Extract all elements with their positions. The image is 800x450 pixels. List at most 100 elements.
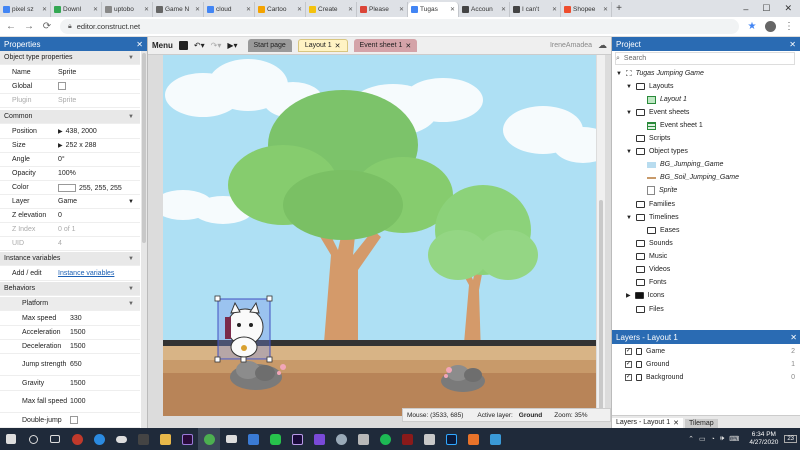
- prop-value[interactable]: 1500: [70, 380, 140, 387]
- tree-bg-soil[interactable]: BG_Soil_Jumping_Game: [647, 171, 739, 184]
- tree-eases[interactable]: Eases: [647, 224, 679, 237]
- media-player-icon[interactable]: [396, 428, 418, 450]
- volume-icon[interactable]: 🕪︎: [720, 435, 724, 443]
- tree-families[interactable]: Families: [636, 198, 675, 211]
- close-icon[interactable]: ✕: [603, 6, 608, 13]
- spotify-icon[interactable]: [374, 428, 396, 450]
- network-icon[interactable]: ◔: [711, 436, 715, 443]
- tree-sounds[interactable]: Sounds: [636, 237, 673, 250]
- new-tab-button[interactable]: +: [612, 2, 626, 17]
- app-orange-icon[interactable]: [462, 428, 484, 450]
- browser-tab[interactable]: cloud ✕: [204, 2, 255, 17]
- prop-value[interactable]: 650: [70, 361, 140, 368]
- close-icon[interactable]: ✕: [195, 6, 200, 13]
- browser-tab[interactable]: pixel sz ✕: [0, 2, 51, 17]
- dropdown-arrow-icon[interactable]: ▼: [128, 199, 134, 205]
- reload-icon[interactable]: ⟳: [42, 21, 52, 32]
- prop-value[interactable]: 100%: [58, 170, 140, 177]
- close-icon[interactable]: ✕: [790, 333, 797, 342]
- photoshop-icon[interactable]: [440, 428, 462, 450]
- minimize-icon[interactable]: –: [743, 4, 748, 14]
- mail-icon[interactable]: [220, 428, 242, 450]
- visual-studio-icon[interactable]: [308, 428, 330, 450]
- onedrive-icon[interactable]: [110, 428, 132, 450]
- after-effects-icon[interactable]: [286, 428, 308, 450]
- prop-value[interactable]: 438, 2000: [66, 128, 97, 135]
- prop-value[interactable]: 1500: [70, 343, 140, 350]
- close-window-icon[interactable]: ✕: [784, 3, 792, 14]
- section-behaviors[interactable]: Behaviors ▼: [0, 282, 140, 296]
- section-common[interactable]: Common ▼: [0, 110, 140, 124]
- taskview-icon[interactable]: [44, 428, 66, 450]
- close-icon[interactable]: ✕: [297, 6, 302, 13]
- keyboard-icon[interactable]: ⌨: [729, 435, 739, 443]
- folder-icon[interactable]: [154, 428, 176, 450]
- taskbar-clock[interactable]: 6:34 PM 4/27/2020: [743, 431, 784, 447]
- browser-tab[interactable]: Game N ✕: [153, 2, 204, 17]
- prop-maxspeed-row[interactable]: Max speed 330: [0, 312, 140, 326]
- tree-object-types[interactable]: ▼ Object types: [626, 145, 688, 158]
- expand-arrow-icon[interactable]: ▶: [58, 129, 63, 135]
- steam-icon[interactable]: [330, 428, 352, 450]
- close-icon[interactable]: ✕: [501, 6, 506, 13]
- tree-files[interactable]: Files: [636, 303, 664, 316]
- cloud-icon[interactable]: ☁: [598, 40, 607, 51]
- close-icon[interactable]: ✕: [335, 42, 341, 50]
- prop-maxfall-row[interactable]: Max fall speed 1000: [0, 391, 140, 413]
- search-icon[interactable]: [22, 428, 44, 450]
- close-icon[interactable]: ✕: [42, 6, 47, 13]
- tree-sprite[interactable]: Sprite: [647, 184, 677, 197]
- tree-bg-jumping[interactable]: BG_Jumping_Game: [647, 158, 723, 171]
- prop-value[interactable]: 0°: [58, 156, 140, 163]
- avatar[interactable]: [765, 21, 776, 32]
- maximize-icon[interactable]: ☐: [762, 3, 770, 14]
- prop-position-row[interactable]: Position ▶ 438, 2000: [0, 125, 140, 139]
- tree-scripts[interactable]: Scripts: [636, 132, 670, 145]
- premiere-icon[interactable]: [176, 428, 198, 450]
- undo-icon[interactable]: ↶▾: [194, 41, 205, 50]
- prop-decel-row[interactable]: Deceleration 1500: [0, 340, 140, 354]
- play-icon[interactable]: ▶▾: [227, 41, 237, 50]
- tree-project-root[interactable]: ▼ ⛶ Tugas Jumping Game: [616, 67, 704, 80]
- tree-icons[interactable]: ▶ Icons: [626, 289, 664, 302]
- prop-value[interactable]: 252 x 288: [66, 142, 97, 149]
- tree-music[interactable]: Music: [636, 250, 667, 263]
- app-bars-icon[interactable]: [352, 428, 374, 450]
- tab-event-sheet-1[interactable]: Event sheet 1 ✕: [353, 39, 418, 52]
- prop-gravity-row[interactable]: Gravity 1500: [0, 377, 140, 391]
- close-icon[interactable]: ✕: [399, 6, 404, 13]
- section-instance-vars[interactable]: Instance variables ▼: [0, 252, 140, 266]
- prop-zelev-row[interactable]: Z elevation 0: [0, 209, 140, 223]
- star-icon[interactable]: ★: [747, 21, 757, 32]
- prop-value[interactable]: Sprite: [58, 69, 140, 76]
- prop-name-row[interactable]: Name Sprite: [0, 66, 140, 80]
- tab-layout-1[interactable]: Layout 1 ✕: [297, 39, 348, 52]
- chevron-up-icon[interactable]: ⌃: [688, 435, 694, 443]
- tab-start-page[interactable]: Start page: [247, 39, 292, 52]
- browser-tab[interactable]: Tugas ✕: [408, 2, 459, 17]
- lock-icon[interactable]: [636, 361, 642, 368]
- tree-fonts[interactable]: Fonts: [636, 276, 667, 289]
- close-icon[interactable]: ✕: [136, 40, 143, 49]
- close-icon[interactable]: ✕: [93, 6, 98, 13]
- notification-badge[interactable]: 23: [784, 435, 797, 443]
- color-swatch[interactable]: [58, 183, 76, 192]
- prop-value[interactable]: 1000: [70, 398, 140, 405]
- layout-canvas[interactable]: [163, 55, 596, 416]
- close-icon[interactable]: ✕: [405, 42, 411, 50]
- browser-tab[interactable]: Please ✕: [357, 2, 408, 17]
- layer-visible-checkbox[interactable]: ✓: [625, 374, 632, 381]
- line-icon[interactable]: [264, 428, 286, 450]
- close-icon[interactable]: ✕: [673, 419, 679, 427]
- browser-tab[interactable]: Accoun ✕: [459, 2, 510, 17]
- prop-size-row[interactable]: Size ▶ 252 x 288: [0, 139, 140, 153]
- layer-row[interactable]: ✓ Ground 1: [612, 358, 800, 371]
- prop-opacity-row[interactable]: Opacity 100%: [0, 167, 140, 181]
- layer-row[interactable]: ✓ Background 0: [612, 371, 800, 384]
- forward-icon[interactable]: →: [24, 21, 34, 32]
- close-icon[interactable]: ✕: [789, 40, 796, 49]
- browser-tab[interactable]: Downl ✕: [51, 2, 102, 17]
- close-icon[interactable]: ✕: [348, 6, 353, 13]
- battery-icon[interactable]: ▭: [699, 435, 706, 443]
- tree-layouts[interactable]: ▼ Layouts: [626, 80, 673, 93]
